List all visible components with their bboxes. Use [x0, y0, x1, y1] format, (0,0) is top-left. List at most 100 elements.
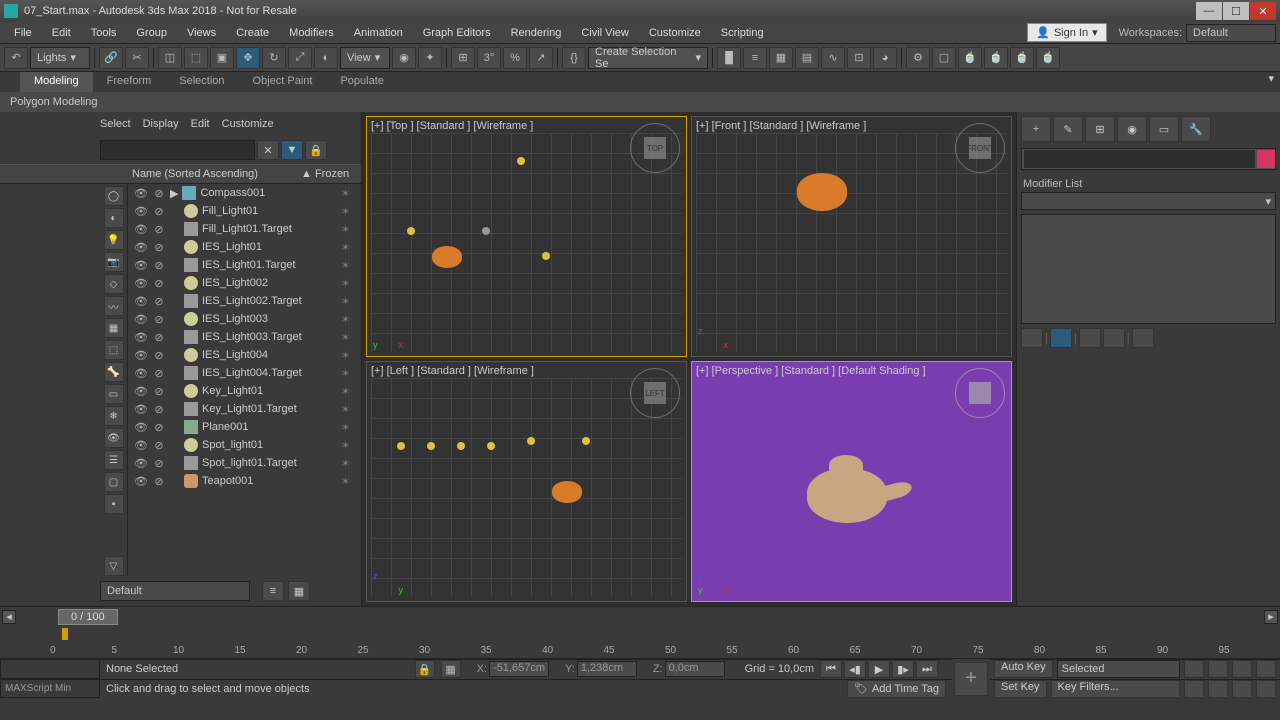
- viewcube-persp[interactable]: [955, 368, 1005, 418]
- material-editor-button[interactable]: ◕: [873, 47, 897, 69]
- menu-tools[interactable]: Tools: [81, 24, 127, 42]
- selection-lock-button[interactable]: 🔒: [415, 660, 435, 678]
- prev-frame-button[interactable]: ◂▮: [844, 660, 866, 678]
- se-tree[interactable]: 👁⊘▶Compass001✶👁⊘Fill_Light01✶👁⊘Fill_Ligh…: [128, 184, 361, 576]
- se-menu-edit[interactable]: Edit: [191, 118, 210, 130]
- visibility-icon[interactable]: 👁: [134, 403, 148, 416]
- frozen-state-icon[interactable]: ✶: [341, 241, 361, 254]
- frozen-state-icon[interactable]: ✶: [341, 367, 361, 380]
- move-button[interactable]: ✥: [236, 47, 260, 69]
- frozen-state-icon[interactable]: ✶: [341, 457, 361, 470]
- named-sets-button[interactable]: {}: [562, 47, 586, 69]
- minimize-button[interactable]: —: [1196, 2, 1222, 20]
- filter-cameras-icon[interactable]: 📷: [104, 252, 124, 272]
- visibility-icon[interactable]: 👁: [134, 349, 148, 362]
- goto-start-button[interactable]: ⏮: [820, 660, 842, 678]
- teapot-object[interactable]: [797, 453, 907, 533]
- menu-animation[interactable]: Animation: [344, 24, 413, 42]
- viewport-persp-label[interactable]: [+] [Perspective ] [Standard ] [Default …: [696, 365, 926, 377]
- configure-sets-button[interactable]: [1132, 328, 1154, 348]
- signin-button[interactable]: 👤 Sign In ▾: [1027, 23, 1106, 42]
- frozen-state-icon[interactable]: ✶: [341, 421, 361, 434]
- ribbon-collapse-button[interactable]: ▾: [1268, 72, 1274, 92]
- list-item[interactable]: 👁⊘Key_Light01.Target✶: [128, 400, 361, 418]
- unlink-button[interactable]: ✂: [125, 47, 149, 69]
- menu-file[interactable]: File: [4, 24, 42, 42]
- freeze-icon[interactable]: ⊘: [152, 223, 166, 236]
- se-layer-dropdown[interactable]: Default: [100, 581, 250, 601]
- modifier-stack[interactable]: [1021, 214, 1276, 324]
- se-menu-display[interactable]: Display: [143, 118, 179, 130]
- light-gizmo[interactable]: [457, 442, 465, 450]
- cmd-tab-modify[interactable]: ✎: [1053, 116, 1083, 142]
- tab-freeform[interactable]: Freeform: [93, 72, 166, 92]
- mirror-button[interactable]: ▐▌: [717, 47, 741, 69]
- set-key-large-button[interactable]: +: [954, 662, 988, 696]
- frozen-state-icon[interactable]: ✶: [341, 295, 361, 308]
- key-filters-button[interactable]: Key Filters...: [1051, 680, 1180, 698]
- visibility-icon[interactable]: 👁: [134, 223, 148, 236]
- list-item[interactable]: 👁⊘IES_Light004.Target✶: [128, 364, 361, 382]
- nav-walk-button[interactable]: [1208, 680, 1228, 698]
- freeze-icon[interactable]: ⊘: [152, 367, 166, 380]
- se-layer-btn2[interactable]: ▦: [288, 581, 310, 601]
- light-gizmo[interactable]: [427, 442, 435, 450]
- nav-zoom-extents-button[interactable]: [1232, 660, 1252, 678]
- visibility-icon[interactable]: 👁: [134, 439, 148, 452]
- list-item[interactable]: 👁⊘IES_Light003.Target✶: [128, 328, 361, 346]
- se-menu-select[interactable]: Select: [100, 118, 131, 130]
- maximize-button[interactable]: ☐: [1223, 2, 1249, 20]
- render-online-button[interactable]: 🍵: [1036, 47, 1060, 69]
- list-item[interactable]: 👁⊘IES_Light004✶: [128, 346, 361, 364]
- time-prev-button[interactable]: ◂: [2, 610, 16, 624]
- list-item[interactable]: 👁⊘Key_Light01✶: [128, 382, 361, 400]
- visibility-icon[interactable]: 👁: [134, 295, 148, 308]
- modifier-list-dropdown[interactable]: ▾: [1021, 192, 1276, 210]
- undo-button[interactable]: ↶: [4, 47, 28, 69]
- freeze-icon[interactable]: ⊘: [152, 457, 166, 470]
- list-item[interactable]: 👁⊘IES_Light002✶: [128, 274, 361, 292]
- visibility-icon[interactable]: 👁: [134, 313, 148, 326]
- coord-z[interactable]: 0,0cm: [665, 661, 725, 677]
- filter-groups-icon[interactable]: ▦: [104, 318, 124, 338]
- filter-frozen-icon[interactable]: ❄: [104, 406, 124, 426]
- select-region-button[interactable]: ⬚: [184, 47, 208, 69]
- menu-group[interactable]: Group: [126, 24, 177, 42]
- next-frame-button[interactable]: ▮▸: [892, 660, 914, 678]
- freeze-icon[interactable]: ⊘: [152, 439, 166, 452]
- placement-button[interactable]: ◐: [314, 47, 338, 69]
- frozen-state-icon[interactable]: ✶: [341, 277, 361, 290]
- viewcube-top[interactable]: TOP: [630, 123, 680, 173]
- filter-bone-icon[interactable]: 🦴: [104, 362, 124, 382]
- goto-end-button[interactable]: ⏭: [916, 660, 938, 678]
- freeze-icon[interactable]: ⊘: [152, 331, 166, 344]
- select-manipulate-button[interactable]: ✦: [418, 47, 442, 69]
- filter-spacewarps-icon[interactable]: 〰: [104, 296, 124, 316]
- play-button[interactable]: ▶: [868, 660, 890, 678]
- snap-button[interactable]: ⊞: [451, 47, 475, 69]
- frozen-state-icon[interactable]: ✶: [341, 187, 361, 200]
- time-next-button[interactable]: ▸: [1264, 610, 1278, 624]
- menu-civil-view[interactable]: Civil View: [571, 24, 638, 42]
- transform-type-in-button[interactable]: ▦: [441, 660, 461, 678]
- light-gizmo[interactable]: [407, 227, 415, 235]
- menu-customize[interactable]: Customize: [639, 24, 711, 42]
- close-button[interactable]: ✕: [1250, 2, 1276, 20]
- list-item[interactable]: 👁⊘Spot_light01.Target✶: [128, 454, 361, 472]
- expand-icon[interactable]: ▶: [170, 187, 178, 200]
- object-color-swatch[interactable]: [1257, 150, 1275, 168]
- filter-invert-icon[interactable]: ▪: [104, 494, 124, 514]
- visibility-icon[interactable]: 👁: [134, 205, 148, 218]
- frozen-state-icon[interactable]: ✶: [341, 349, 361, 362]
- cmd-tab-utilities[interactable]: 🔧: [1181, 116, 1211, 142]
- frozen-state-icon[interactable]: ✶: [341, 313, 361, 326]
- viewport-front[interactable]: [+] [Front ] [Standard ] [Wireframe ] FR…: [691, 116, 1012, 357]
- selection-sets-dropdown[interactable]: Create Selection Se▾: [588, 47, 708, 69]
- visibility-icon[interactable]: 👁: [134, 421, 148, 434]
- list-item[interactable]: 👁⊘Fill_Light01✶: [128, 202, 361, 220]
- render-button[interactable]: 🍵: [958, 47, 982, 69]
- frozen-state-icon[interactable]: ✶: [341, 259, 361, 272]
- cmd-tab-motion[interactable]: ◉: [1117, 116, 1147, 142]
- show-end-result-button[interactable]: [1050, 328, 1072, 348]
- schematic-button[interactable]: ⊡: [847, 47, 871, 69]
